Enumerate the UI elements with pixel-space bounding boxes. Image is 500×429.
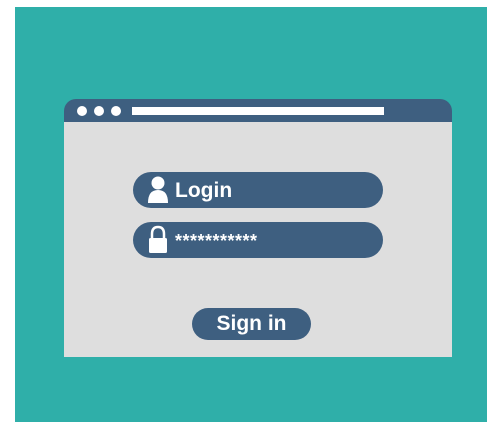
window-dot-2[interactable]: [94, 106, 104, 116]
username-value: Login: [175, 179, 233, 202]
login-form: Login *********** Sign in: [64, 122, 452, 357]
password-value: ***********: [175, 231, 258, 251]
user-icon: [147, 175, 169, 205]
username-field[interactable]: Login: [133, 172, 383, 208]
window-dot-1[interactable]: [77, 106, 87, 116]
browser-window: Login *********** Sign in: [64, 99, 452, 357]
address-bar[interactable]: [132, 107, 384, 115]
window-title-bar: [64, 99, 452, 122]
lock-icon: [147, 225, 169, 255]
password-field[interactable]: ***********: [133, 222, 383, 258]
window-dot-3[interactable]: [111, 106, 121, 116]
sign-in-button[interactable]: Sign in: [192, 308, 311, 340]
